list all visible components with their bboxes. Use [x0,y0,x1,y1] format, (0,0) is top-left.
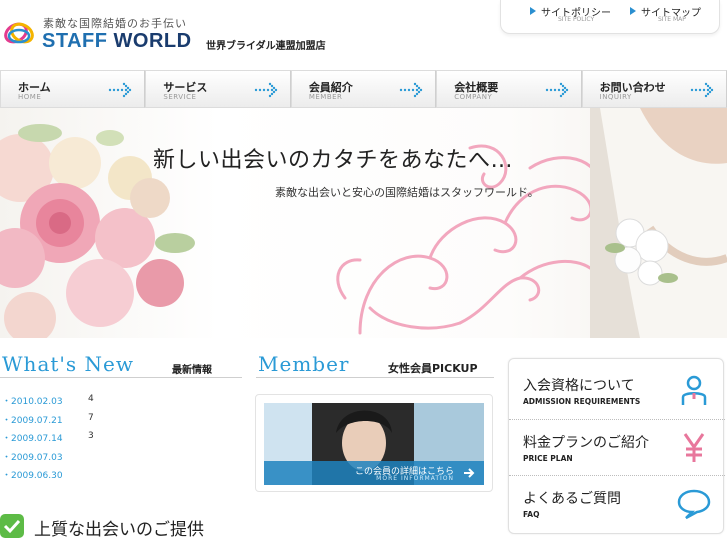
checkmark-icon [0,514,24,538]
list-item[interactable]: 2009.07.21 7 [0,411,242,430]
list-item[interactable]: 2009.07.14 3 [0,429,242,448]
bride-image [590,108,727,338]
member-heading: Member 女性会員PICKUP [256,352,494,378]
member-heading-jp: 女性会員PICKUP [388,362,478,375]
news-heading-title: What's New [2,352,134,376]
dotted-arrow-icon [109,82,132,98]
triangle-bullet-icon [630,7,636,15]
nav-item-inquiry[interactable]: お問い合わせ INQUIRY [581,70,727,108]
side-item-label: よくあるご質問 [523,491,621,507]
admission-requirements-link[interactable]: 入会資格について ADMISSION REQUIREMENTS [509,363,725,419]
list-item[interactable]: 2009.06.30 [0,466,242,485]
dotted-arrow-icon [690,82,714,98]
news-date[interactable]: 2009.07.21 [2,413,63,426]
nav-item-company[interactable]: 会社概要 COMPANY [436,70,582,108]
news-count: 4 [88,394,94,404]
side-menu: 入会資格について ADMISSION REQUIREMENTS 料金プランのご紹… [508,358,725,534]
price-plan-link[interactable]: 料金プランのご紹介 PRICE PLAN [509,419,725,475]
list-item[interactable]: 2010.02.03 4 [0,392,242,411]
news-date[interactable]: 2009.07.03 [2,450,63,463]
brand-subtitle: 世界ブライダル連盟加盟店 [206,41,326,52]
side-item-sub: FAQ [523,510,540,519]
triangle-bullet-icon [530,7,536,15]
nav-sub: HOME [18,93,42,101]
nav-item-home[interactable]: ホーム HOME [0,70,146,108]
hero-title: 新しい出会いのカタチをあなたへ… [153,148,514,173]
member-heading-title: Member [258,352,350,376]
dotted-arrow-icon [545,82,568,98]
speech-bubble-icon [677,489,711,520]
faq-link[interactable]: よくあるご質問 FAQ [509,475,725,531]
news-count: 3 [88,431,94,441]
member-photo[interactable]: この会員の詳細はこちら MORE INFORMATION [264,403,484,485]
list-item[interactable]: 2009.07.03 [0,448,242,467]
logo-tagline: 素敵な国際結婚のお手伝い [43,17,187,30]
site-logo[interactable]: 素敵な国際結婚のお手伝い STAFF WORLD 世界ブライダル連盟加盟店 [0,14,330,52]
nav-sub: SERVICE [163,93,197,101]
side-item-label: 料金プランのご紹介 [523,435,649,451]
swirl-ornament-image [336,144,602,335]
feature-heading: 上質な出会いのご提供 [0,512,260,542]
arrow-right-icon [464,468,475,478]
person-icon [681,375,707,405]
member-pickup-card: この会員の詳細はこちら MORE INFORMATION [255,394,493,492]
brand-name-first: STAFF [42,30,108,52]
dotted-arrow-icon [254,82,278,98]
dotted-arrow-icon [400,82,423,98]
news-list: 2010.02.03 4 2009.07.21 7 2009.07.14 3 2… [0,392,242,485]
side-item-sub: ADMISSION REQUIREMENTS [523,397,641,406]
hero-subtitle: 素敵な出会いと安心の国際結婚はスタッフワールド。 [275,186,539,199]
news-count: 7 [88,412,94,423]
news-heading: What's New 最新情報 [0,352,242,378]
site-policy-sub: SITE POLICY [558,16,595,23]
nav-item-service[interactable]: サービス SERVICE [145,70,291,108]
member-cta-sub: MORE INFORMATION [376,475,454,482]
brand-name: STAFF WORLD [42,30,192,53]
yen-icon [683,433,705,462]
hero-banner: 新しい出会いのカタチをあなたへ… 素敵な出会いと安心の国際結婚はスタッフワールド… [0,108,727,338]
news-heading-jp: 最新情報 [172,365,212,376]
member-detail-button[interactable]: この会員の詳細はこちら MORE INFORMATION [264,461,484,485]
global-nav: ホーム HOME サービス SERVICE 会員紹介 MEMBER 会社概要 C… [0,70,727,108]
side-item-label: 入会資格について [523,378,635,394]
nav-sub: INQUIRY [599,93,632,101]
brand-name-second: WORLD [113,30,192,52]
news-date[interactable]: 2010.02.03 [2,394,63,407]
side-item-sub: PRICE PLAN [523,454,573,463]
nav-sub: MEMBER [308,93,343,101]
nav-sub: COMPANY [454,93,493,101]
news-date[interactable]: 2009.07.14 [2,431,63,444]
news-date[interactable]: 2009.06.30 [2,468,63,481]
rings-logo-icon [4,22,34,44]
nav-item-member[interactable]: 会員紹介 MEMBER [290,70,437,108]
site-map-sub: SITE MAP [658,16,686,23]
feature-title: 上質な出会いのご提供 [34,520,204,540]
